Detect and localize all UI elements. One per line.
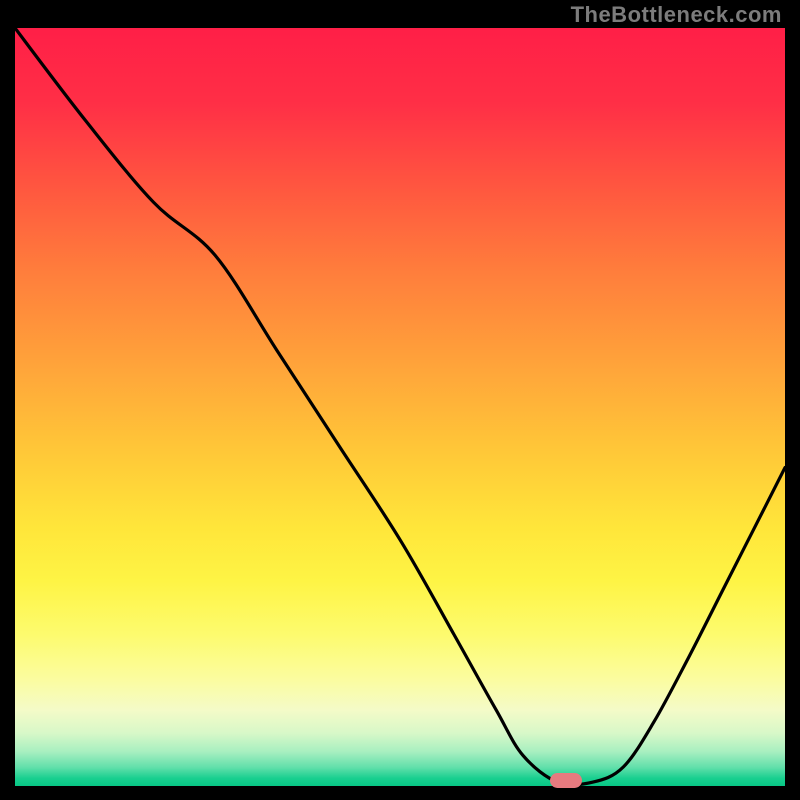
chart-frame: TheBottleneck.com: [0, 0, 800, 800]
plot-area: [15, 28, 785, 786]
watermark-text: TheBottleneck.com: [571, 2, 782, 28]
optimum-marker: [550, 773, 582, 788]
bottleneck-curve: [15, 28, 785, 786]
